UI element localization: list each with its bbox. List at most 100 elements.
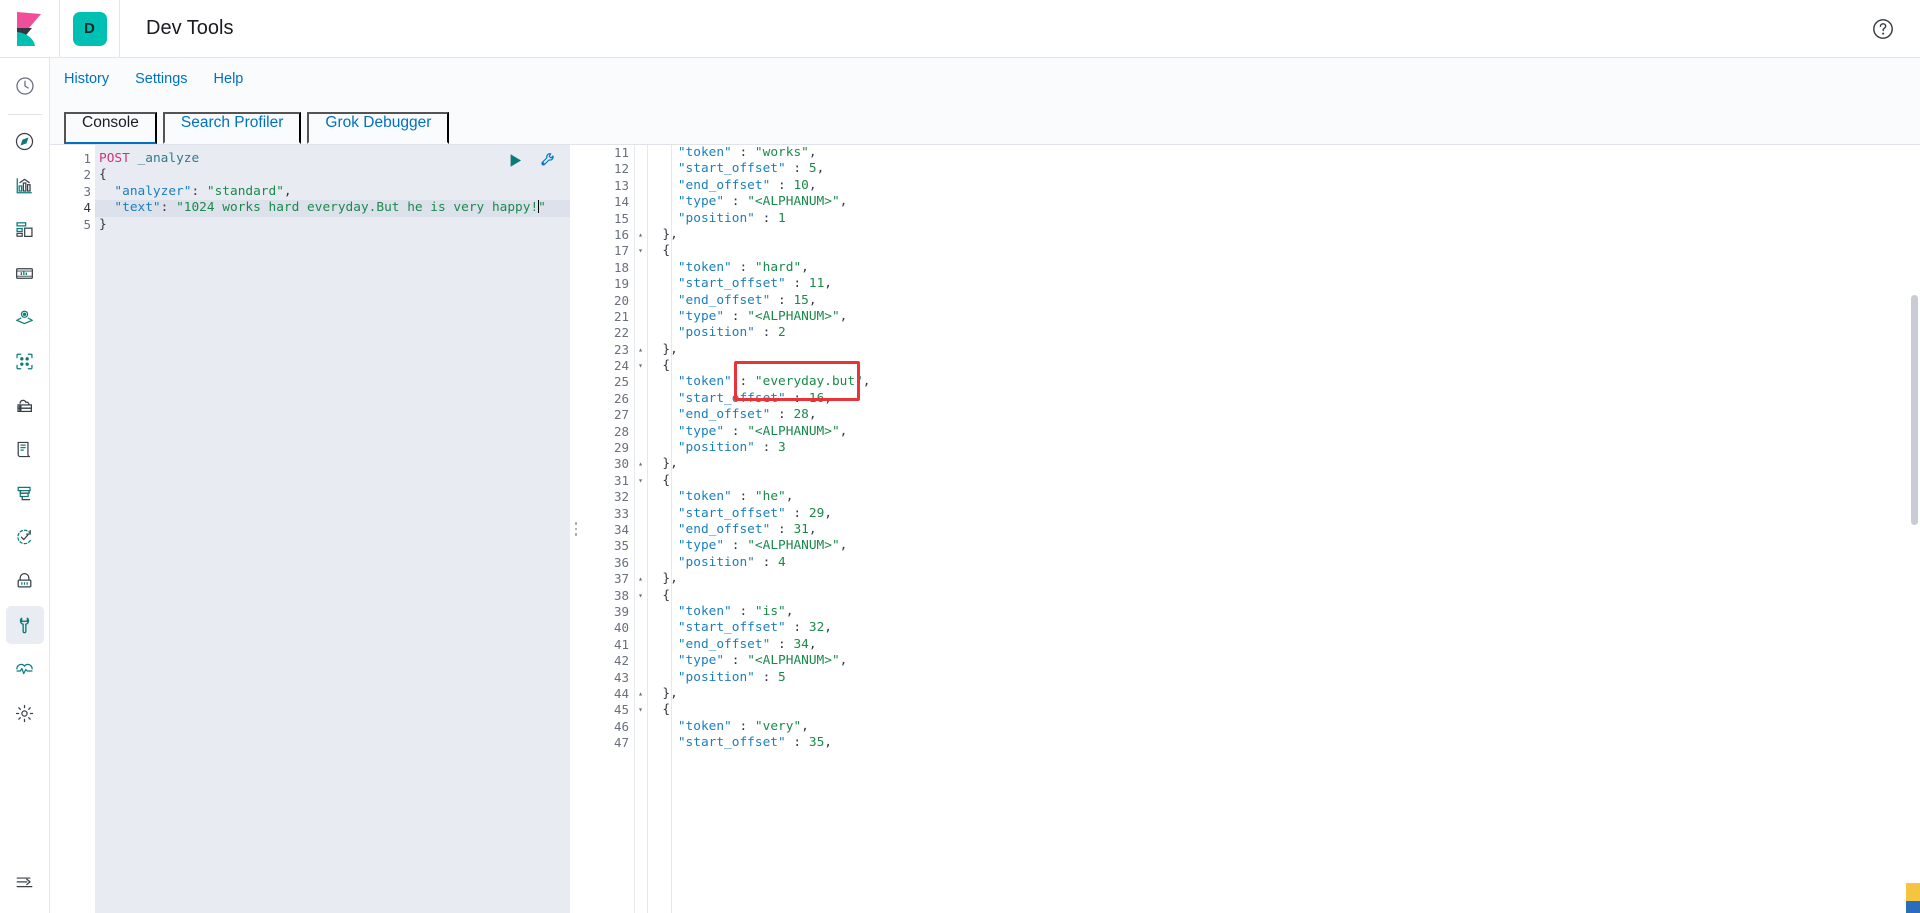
heartbeat-icon — [16, 663, 33, 674]
sidebar-item-siem[interactable] — [6, 562, 44, 600]
response-line-number: 46 — [613, 718, 629, 734]
response-code-line: { — [647, 702, 1920, 718]
code-token: { — [662, 702, 671, 718]
response-scrollbar-track[interactable] — [1909, 145, 1920, 913]
request-code-area[interactable]: POST _analyze{ "analyzer": "standard", "… — [95, 145, 570, 913]
global-header: D Dev Tools — [0, 0, 1920, 58]
sidebar-item-canvas[interactable] — [6, 254, 44, 292]
code-token: "he" — [754, 489, 786, 505]
response-code-line: { — [647, 358, 1920, 374]
tab-search-profiler[interactable]: Search Profiler — [162, 112, 302, 144]
code-token: : — [793, 161, 802, 177]
response-code-line: "type" : "<ALPHANUM>", — [647, 653, 1920, 669]
response-code-line: { — [647, 588, 1920, 604]
kibana-dev-tools-window: D Dev Tools History Settings Help Consol… — [0, 0, 1920, 913]
sidebar-item-visualize[interactable] — [6, 166, 44, 204]
auto-indent-button[interactable] — [538, 151, 556, 169]
response-line-number: 29 — [613, 440, 629, 456]
sidebar-item-logs[interactable] — [6, 430, 44, 468]
code-token: "position" — [677, 325, 755, 341]
sidebar-item-machine-learning[interactable] — [6, 342, 44, 380]
pane-resize-handle[interactable] — [570, 145, 582, 913]
collapse-nav-button[interactable] — [6, 862, 44, 900]
sidebar-item-uptime[interactable] — [6, 518, 44, 556]
request-line-number: 4 — [83, 200, 91, 216]
code-token: 10 — [793, 177, 809, 193]
response-line-number: 44 ▴ — [613, 685, 643, 701]
code-token: , — [816, 161, 825, 177]
code-token: "works" — [754, 145, 809, 160]
code-token: 15 — [793, 292, 809, 308]
response-scrollbar-thumb[interactable] — [1911, 295, 1918, 525]
code-token: , — [824, 505, 832, 521]
code-token: "token" — [677, 145, 732, 160]
dev-tools-tabs: Console Search Profiler Grok Debugger — [50, 100, 1920, 145]
send-request-button[interactable] — [507, 152, 524, 169]
response-code-line: "token" : "everyday.but", — [647, 374, 1920, 390]
code-token: "very" — [754, 718, 802, 734]
response-line-number: 26 — [613, 390, 629, 406]
response-line-number: 28 — [613, 423, 629, 439]
sidebar-item-apm[interactable] — [6, 474, 44, 512]
response-code-line: { — [647, 473, 1920, 489]
response-code-line: "end_offset" : 28, — [647, 407, 1920, 423]
request-editor-pane[interactable]: 12▾345▴ POST _analyze{ "analyzer": "stan… — [50, 145, 570, 913]
request-gutter: 12▾345▴ — [50, 145, 104, 913]
response-code-area[interactable]: "token" : "works", "start_offset" : 5, "… — [634, 145, 1920, 913]
code-token: 29 — [808, 505, 825, 521]
sidebar-item-discover[interactable] — [6, 122, 44, 160]
sidebar-item-management[interactable] — [6, 694, 44, 732]
response-code-line: "type" : "<ALPHANUM>", — [647, 424, 1920, 440]
response-line-number: 19 — [613, 276, 629, 292]
response-viewer-pane[interactable]: 11 12 13 14 15 16 ▴ 17 ▾ 18 19 20 21 22 23 ▴ 24 ▾ 25 26 27 28… — [582, 145, 1920, 913]
response-line-number: 21 — [613, 308, 629, 324]
code-token: "position" — [677, 440, 755, 456]
topnav-item-history[interactable]: History — [64, 71, 109, 87]
sidebar-item-infrastructure[interactable] — [6, 386, 44, 424]
help-circle-icon[interactable] — [1868, 14, 1898, 44]
response-gutter: 11 12 13 14 15 16 ▴ 17 ▾ 18 19 20 21 22 23 ▴ 24 ▾ 25 26 27 28… — [582, 145, 643, 913]
request-code-line: "text": "1024 works hard everyday.But he… — [95, 200, 570, 217]
tab-grok-debugger[interactable]: Grok Debugger — [307, 112, 450, 144]
request-code-line: POST _analyze — [95, 151, 570, 167]
request-line-number: 2▾ — [50, 167, 104, 183]
sidebar-item-dev-tools[interactable] — [5, 606, 44, 644]
code-token: , — [824, 390, 832, 406]
topnav-item-settings[interactable]: Settings — [135, 71, 187, 87]
app-badge-container[interactable]: D — [60, 0, 120, 58]
sidebar-item-monitoring[interactable] — [6, 650, 44, 688]
tab-console[interactable]: Console — [64, 112, 157, 144]
response-line-number: 37 ▴ — [613, 571, 643, 587]
sidebar-item-recently-viewed[interactable] — [6, 67, 44, 105]
code-token: : — [731, 538, 740, 554]
code-token: } — [662, 341, 671, 357]
response-code-line: "start_offset" : 35, — [647, 735, 1920, 751]
indent-guide — [671, 145, 672, 913]
cloud-server-icon — [17, 399, 32, 412]
response-code-line: "position" : 1 — [647, 211, 1920, 227]
sidebar-item-maps[interactable] — [6, 298, 44, 336]
response-code-line: "start_offset" : 16, — [647, 391, 1920, 407]
sidebar-item-dashboard[interactable] — [6, 210, 44, 248]
kibana-logo-button[interactable] — [0, 0, 60, 58]
bar-chart-icon — [16, 177, 32, 193]
topnav-item-help[interactable]: Help — [214, 71, 244, 87]
code-token: : — [778, 521, 786, 537]
response-code-line: "token" : "is", — [647, 604, 1920, 620]
code-token: "analyzer" — [99, 183, 192, 199]
